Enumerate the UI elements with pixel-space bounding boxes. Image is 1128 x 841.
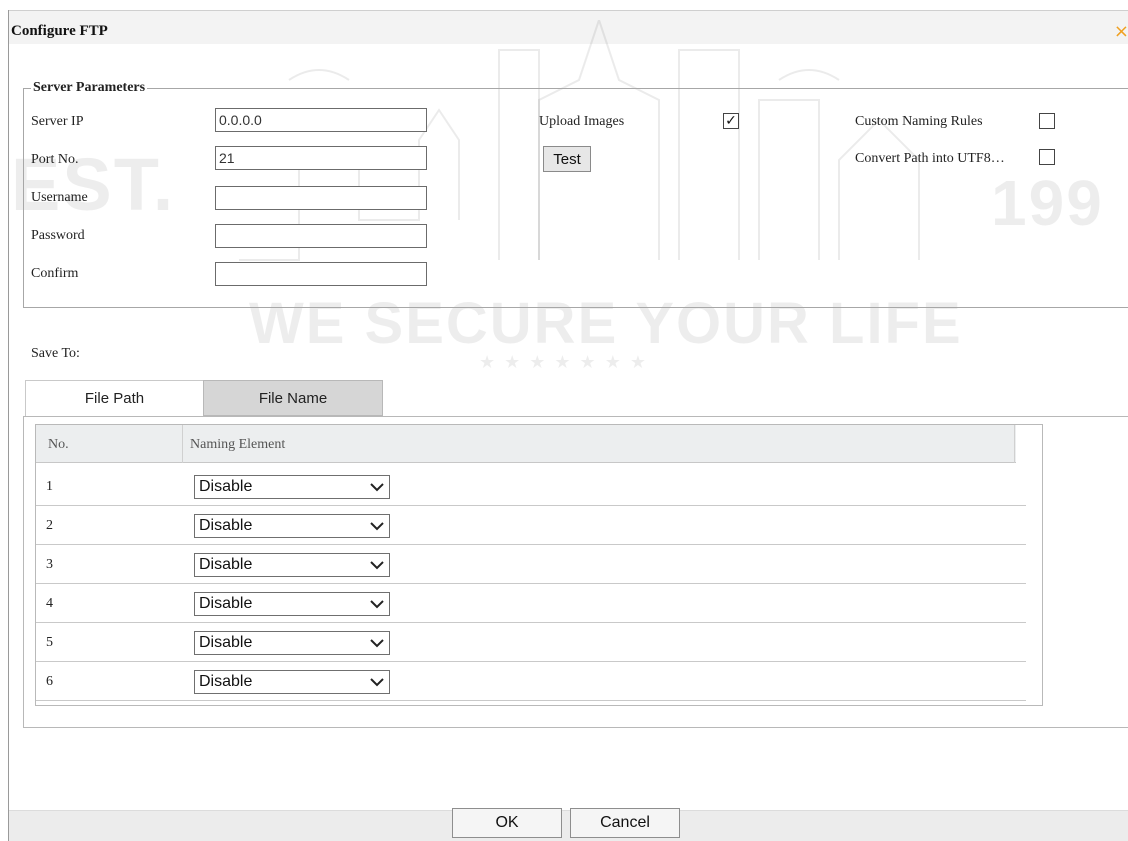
select-value: Disable <box>199 556 253 573</box>
close-icon[interactable]: × <box>1114 21 1128 42</box>
naming-element-select[interactable]: Disable <box>194 475 390 499</box>
convert-path-utf8-checkbox[interactable] <box>1039 149 1055 165</box>
select-value: Disable <box>199 478 253 495</box>
column-header-no: No. <box>48 437 69 452</box>
table-row: 4 Disable <box>36 584 1026 623</box>
custom-naming-rules-checkbox[interactable] <box>1039 113 1055 129</box>
password-label: Password <box>31 228 85 243</box>
row-number: 4 <box>46 596 53 611</box>
naming-element-table: No. Naming Element 1 Disable 2 Disable 3… <box>35 424 1043 706</box>
custom-naming-rules-label: Custom Naming Rules <box>855 114 983 129</box>
naming-element-select[interactable]: Disable <box>194 631 390 655</box>
row-number: 3 <box>46 557 53 572</box>
server-parameters-legend: Server Parameters <box>31 80 148 96</box>
tab-file-path[interactable]: File Path <box>25 380 203 416</box>
chevron-down-icon <box>370 522 384 531</box>
username-label: Username <box>31 190 88 205</box>
upload-images-checkbox[interactable]: ✓ <box>723 113 739 129</box>
select-value: Disable <box>199 517 253 534</box>
upload-images-label: Upload Images <box>539 114 625 129</box>
table-row: 6 Disable <box>36 662 1026 701</box>
tab-file-name[interactable]: File Name <box>203 380 383 416</box>
cancel-button[interactable]: Cancel <box>570 808 680 838</box>
dialog-footer <box>9 810 1128 841</box>
table-row: 3 Disable <box>36 545 1026 584</box>
row-number: 5 <box>46 635 53 650</box>
ok-button[interactable]: OK <box>452 808 562 838</box>
port-label: Port No. <box>31 152 79 167</box>
select-value: Disable <box>199 634 253 651</box>
confirm-label: Confirm <box>31 266 79 281</box>
password-input[interactable] <box>215 224 427 248</box>
column-divider <box>182 425 183 463</box>
select-value: Disable <box>199 673 253 690</box>
configure-ftp-dialog: Configure FTP × EST. 199 WE SECURE YOUR … <box>8 10 1128 841</box>
test-button[interactable]: Test <box>543 146 591 172</box>
naming-element-select[interactable]: Disable <box>194 592 390 616</box>
row-number: 2 <box>46 518 53 533</box>
naming-element-select[interactable]: Disable <box>194 514 390 538</box>
table-header: No. Naming Element <box>36 425 1016 463</box>
dialog-title: Configure FTP <box>11 23 108 39</box>
watermark-stars: ★ ★ ★ ★ ★ ★ ★ <box>479 352 648 372</box>
table-row: 5 Disable <box>36 623 1026 662</box>
server-ip-input[interactable] <box>215 108 427 132</box>
naming-element-select[interactable]: Disable <box>194 670 390 694</box>
select-value: Disable <box>199 595 253 612</box>
row-number: 6 <box>46 674 53 689</box>
column-divider <box>1014 425 1015 463</box>
convert-path-utf8-label: Convert Path into UTF8… <box>855 151 1005 166</box>
column-header-naming-element: Naming Element <box>190 437 286 452</box>
naming-element-select[interactable]: Disable <box>194 553 390 577</box>
port-input[interactable] <box>215 146 427 170</box>
dialog-titlebar: Configure FTP × <box>9 10 1128 44</box>
server-ip-label: Server IP <box>31 114 84 129</box>
chevron-down-icon <box>370 639 384 648</box>
chevron-down-icon <box>370 483 384 492</box>
table-row: 2 Disable <box>36 506 1026 545</box>
chevron-down-icon <box>370 600 384 609</box>
username-input[interactable] <box>215 186 427 210</box>
save-to-label: Save To: <box>31 346 80 361</box>
chevron-down-icon <box>370 678 384 687</box>
row-number: 1 <box>46 479 53 494</box>
confirm-password-input[interactable] <box>215 262 427 286</box>
table-row: 1 Disable <box>36 467 1026 506</box>
chevron-down-icon <box>370 561 384 570</box>
